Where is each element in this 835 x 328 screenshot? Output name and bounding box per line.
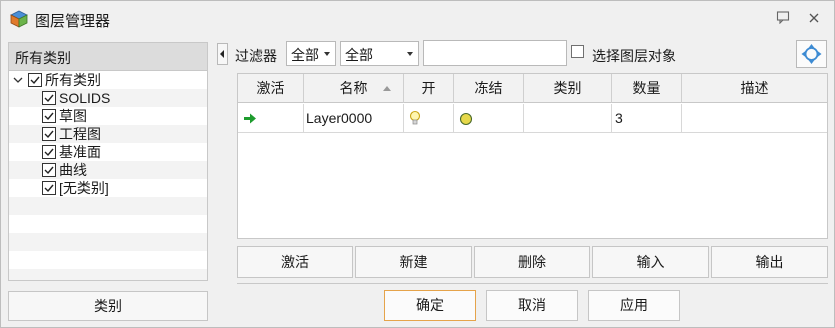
checkbox-drawing[interactable]	[42, 127, 56, 141]
tree-stripe	[9, 197, 207, 215]
tree-stripe	[9, 107, 207, 125]
window-title: 图层管理器	[35, 13, 111, 30]
new-button[interactable]: 新建	[355, 246, 472, 278]
tree-item-solids[interactable]: SOLIDS	[42, 89, 110, 107]
checkbox-all[interactable]	[28, 73, 42, 87]
chevron-down-icon	[407, 52, 413, 56]
checkbox-solids[interactable]	[42, 91, 56, 105]
cell-description[interactable]	[682, 104, 827, 133]
filter-type-value: 全部	[345, 47, 373, 63]
category-panel-header: 所有类别	[8, 42, 208, 70]
column-header-label: 名称	[339, 80, 368, 96]
tree-item-label: SOLIDS	[59, 90, 111, 106]
tree-item-datum-plane[interactable]: 基准面	[42, 143, 101, 161]
import-button[interactable]: 输入	[592, 246, 709, 278]
frozen-status-icon	[459, 112, 473, 126]
filter-scope-dropdown[interactable]: 全部	[286, 41, 336, 66]
collapse-panel-button[interactable]	[217, 43, 228, 65]
cell-active[interactable]	[238, 104, 304, 133]
refresh-icon	[801, 44, 822, 64]
column-header-description[interactable]: 描述	[682, 74, 827, 103]
column-header-frozen[interactable]: 冻结	[454, 74, 524, 103]
column-header-count[interactable]: 数量	[612, 74, 682, 103]
chevron-down-icon[interactable]	[12, 74, 24, 86]
tree-item-sketch[interactable]: 草图	[42, 107, 87, 125]
column-header-active[interactable]: 激活	[238, 74, 304, 103]
cell-category[interactable]	[524, 104, 612, 133]
ok-button[interactable]: 确定	[384, 290, 476, 321]
category-tree[interactable]: 所有类别 SOLIDS 草图 工程图 基准面 曲线 [无类别]	[8, 70, 208, 281]
tree-stripe	[9, 215, 207, 233]
cell-count[interactable]: 3	[612, 104, 682, 133]
active-arrow-icon	[244, 113, 256, 124]
tree-item-label: 所有类别	[45, 72, 101, 88]
filter-scope-value: 全部	[291, 47, 319, 63]
filter-label: 过滤器	[235, 48, 277, 64]
checkbox-no-category[interactable]	[42, 181, 56, 195]
activate-button[interactable]: 激活	[237, 246, 353, 278]
refresh-button[interactable]	[796, 40, 827, 68]
tree-item-label: 工程图	[59, 126, 101, 142]
checkbox-curve[interactable]	[42, 163, 56, 177]
sort-ascending-icon	[383, 86, 391, 91]
layer-manager-icon	[10, 10, 28, 28]
tree-stripe	[9, 143, 207, 161]
cell-on[interactable]	[404, 104, 454, 133]
triangle-left-icon	[220, 50, 224, 58]
layer-table[interactable]: 激活 名称 开 冻结 类别 数量 描述 Layer0000 3	[237, 73, 828, 239]
tree-item-all[interactable]: 所有类别	[12, 71, 101, 89]
apply-button[interactable]: 应用	[588, 290, 680, 321]
tree-item-label: [无类别]	[59, 180, 109, 196]
select-layer-objects-checkbox[interactable]	[571, 45, 584, 58]
layer-manager-window: 图层管理器 所有类别 所有类别 SOLIDS 草图 工程图 基准面 曲线 [无类…	[0, 0, 835, 328]
category-panel-title: 所有类别	[15, 50, 71, 66]
delete-button[interactable]: 删除	[474, 246, 590, 278]
title-bar: 图层管理器	[1, 1, 834, 37]
table-header: 激活 名称 开 冻结 类别 数量 描述	[238, 74, 827, 103]
column-header-name[interactable]: 名称	[304, 74, 404, 103]
select-layer-objects-label: 选择图层对象	[592, 48, 676, 64]
table-row[interactable]: Layer0000 3	[238, 104, 827, 133]
category-button[interactable]: 类别	[8, 291, 208, 321]
tree-stripe	[9, 233, 207, 251]
filter-search-input[interactable]	[423, 40, 567, 66]
tree-stripe	[9, 125, 207, 143]
close-icon[interactable]	[805, 10, 823, 28]
filter-type-dropdown[interactable]: 全部	[340, 41, 419, 66]
checkbox-datum-plane[interactable]	[42, 145, 56, 159]
tree-item-label: 基准面	[59, 144, 101, 160]
message-icon[interactable]	[774, 10, 792, 28]
chevron-down-icon	[324, 52, 330, 56]
tree-stripe	[9, 269, 207, 280]
tree-item-label: 草图	[59, 108, 87, 124]
tree-stripe	[9, 161, 207, 179]
tree-stripe	[9, 251, 207, 269]
tree-item-no-category[interactable]: [无类别]	[42, 179, 109, 197]
divider	[237, 283, 828, 284]
tree-item-drawing[interactable]: 工程图	[42, 125, 101, 143]
tree-item-curve[interactable]: 曲线	[42, 161, 87, 179]
column-header-on[interactable]: 开	[404, 74, 454, 103]
tree-item-label: 曲线	[59, 162, 87, 178]
checkbox-sketch[interactable]	[42, 109, 56, 123]
cancel-button[interactable]: 取消	[486, 290, 578, 321]
cell-name[interactable]: Layer0000	[304, 104, 404, 133]
export-button[interactable]: 输出	[711, 246, 828, 278]
column-header-category[interactable]: 类别	[524, 74, 612, 103]
lightbulb-icon	[409, 110, 421, 125]
cell-frozen[interactable]	[454, 104, 524, 133]
